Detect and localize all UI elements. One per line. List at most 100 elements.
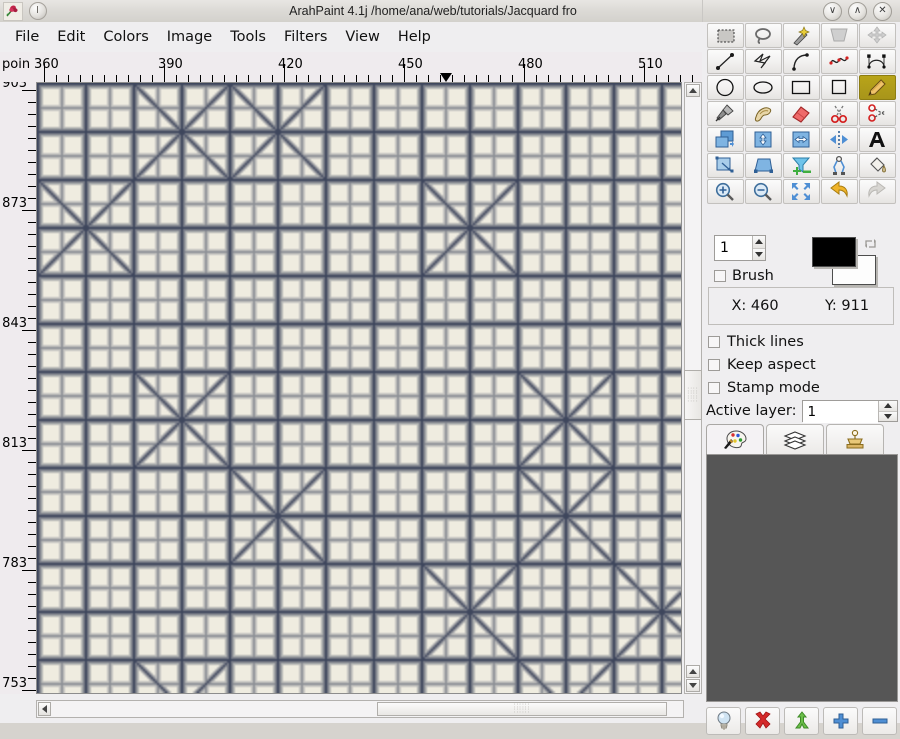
brush-checkbox[interactable]	[714, 270, 726, 282]
brush-checkbox-row[interactable]: Brush	[714, 268, 774, 284]
window-title: ArahPaint 4.1j /home/ana/web/tutorials/J…	[289, 4, 577, 18]
merge-button[interactable]	[784, 707, 819, 735]
tool-rect-select[interactable]	[706, 22, 744, 48]
magic-wand-icon	[793, 25, 810, 46]
tool-lasso-select[interactable]	[744, 22, 782, 48]
tool-rectangle[interactable]	[782, 74, 820, 100]
tool-text[interactable]	[858, 126, 896, 152]
tool-freehand-curve[interactable]	[820, 48, 858, 74]
vertical-ruler[interactable]: 903 873 843 813 783 753	[0, 82, 36, 694]
fill-bucket-icon	[870, 156, 886, 172]
swap-colors-icon[interactable]	[862, 235, 880, 253]
foreground-color-swatch[interactable]	[812, 237, 856, 267]
tool-magic-wand[interactable]	[782, 22, 820, 48]
active-layer-label: Active layer:	[706, 403, 797, 419]
palette-display-area[interactable]	[706, 454, 898, 702]
scroll-up-button[interactable]	[686, 84, 700, 97]
tool-undo[interactable]	[820, 178, 858, 204]
active-layer-stepper[interactable]	[802, 400, 898, 423]
tool-zoom-out[interactable]	[744, 178, 782, 204]
tool-circle[interactable]	[706, 74, 744, 100]
tool-shear[interactable]	[744, 152, 782, 178]
tool-scissors-trim[interactable]	[858, 100, 896, 126]
menu-colors[interactable]: Colors	[94, 26, 157, 48]
lightbulb-button[interactable]	[706, 707, 741, 735]
tool-zoom-in[interactable]	[706, 178, 744, 204]
brush-size-down-button[interactable]	[753, 248, 765, 260]
tool-line[interactable]	[706, 48, 744, 74]
brush-size-spin-buttons	[752, 236, 765, 260]
active-layer-up-button[interactable]	[879, 401, 897, 412]
panel-splitter-handle[interactable]: ∷∷ ∷∷ ∷∷	[684, 370, 702, 420]
scroll-down-button-2[interactable]	[686, 679, 700, 692]
tool-eraser[interactable]	[782, 100, 820, 126]
horizontal-ruler[interactable]: poin 360 390 420 450 480 510	[0, 52, 702, 82]
menu-file[interactable]: File	[6, 26, 48, 48]
tool-perspective[interactable]	[820, 22, 858, 48]
menu-help[interactable]: Help	[389, 26, 440, 48]
tool-ellipse[interactable]	[744, 74, 782, 100]
menu-filters[interactable]: Filters	[275, 26, 336, 48]
tool-duplicate[interactable]	[706, 126, 744, 152]
tool-add-remove[interactable]	[782, 152, 820, 178]
ruler-h-label-4: 480	[518, 57, 543, 72]
thick-lines-checkbox[interactable]	[708, 335, 720, 348]
jacquard-pattern[interactable]	[37, 83, 681, 693]
zoom-out-icon	[753, 182, 772, 201]
option-keep-aspect[interactable]: Keep aspect	[708, 353, 898, 376]
tool-airbrush[interactable]	[706, 100, 744, 126]
tool-clamp[interactable]	[820, 152, 858, 178]
tool-flip-vertical[interactable]	[744, 126, 782, 152]
active-layer-down-button[interactable]	[879, 411, 897, 421]
horizontal-scrollbar[interactable]: ∷∷∷ ∷∷∷	[36, 700, 684, 718]
brush-size-stepper[interactable]	[714, 235, 766, 261]
window-menu-button[interactable]	[29, 2, 47, 20]
tab-stamp[interactable]	[826, 424, 884, 454]
delete-x-icon	[754, 711, 771, 729]
add-plus-icon	[833, 713, 848, 729]
tool-redo[interactable]	[858, 178, 896, 204]
option-stamp-mode[interactable]: Stamp mode	[708, 376, 898, 399]
tool-transform[interactable]	[706, 152, 744, 178]
ruler-h-label-2: 420	[278, 57, 303, 72]
tab-palette[interactable]	[706, 424, 764, 454]
scroll-left-button[interactable]	[38, 702, 51, 716]
scroll-down-button-1[interactable]	[686, 665, 700, 678]
arrow-left-icon	[42, 705, 47, 713]
maximize-icon[interactable]: ∧	[848, 1, 867, 21]
remove-button[interactable]	[862, 707, 897, 735]
tool-fill-bucket[interactable]	[858, 152, 896, 178]
menu-edit[interactable]: Edit	[48, 26, 94, 48]
tool-smudge[interactable]	[744, 100, 782, 126]
brush-size-up-button[interactable]	[753, 236, 765, 249]
menu-view[interactable]: View	[336, 26, 388, 48]
option-thick-lines[interactable]: Thick lines	[708, 330, 898, 353]
horizontal-scroll-thumb[interactable]: ∷∷∷ ∷∷∷	[377, 702, 667, 716]
add-button[interactable]	[823, 707, 858, 735]
layers-icon	[783, 430, 807, 450]
tool-pencil[interactable]	[858, 74, 896, 100]
image-canvas[interactable]	[36, 82, 682, 694]
stamp-mode-checkbox[interactable]	[708, 381, 720, 394]
tool-bezier[interactable]	[858, 48, 896, 74]
close-icon[interactable]: ✕	[873, 1, 892, 21]
tool-scissors-cut[interactable]	[820, 100, 858, 126]
tool-polyline[interactable]	[744, 48, 782, 74]
brush-size-input[interactable]	[715, 236, 752, 260]
tool-panel: Brush X: 460 Y: 911	[702, 22, 900, 735]
tab-layers[interactable]	[766, 424, 824, 454]
tool-move[interactable]	[858, 22, 896, 48]
menu-image[interactable]: Image	[158, 26, 221, 48]
duplicate-icon	[715, 130, 734, 147]
minimize-icon[interactable]: ∨	[823, 1, 842, 21]
tool-fit[interactable]	[782, 178, 820, 204]
keep-aspect-checkbox[interactable]	[708, 358, 720, 371]
transform-icon	[715, 156, 734, 172]
tool-mirror[interactable]	[820, 126, 858, 152]
tool-square[interactable]	[820, 74, 858, 100]
active-layer-input[interactable]	[803, 401, 878, 423]
tool-flip-horizontal[interactable]	[782, 126, 820, 152]
delete-button[interactable]	[745, 707, 780, 735]
tool-curve[interactable]	[782, 48, 820, 74]
menu-tools[interactable]: Tools	[221, 26, 275, 48]
